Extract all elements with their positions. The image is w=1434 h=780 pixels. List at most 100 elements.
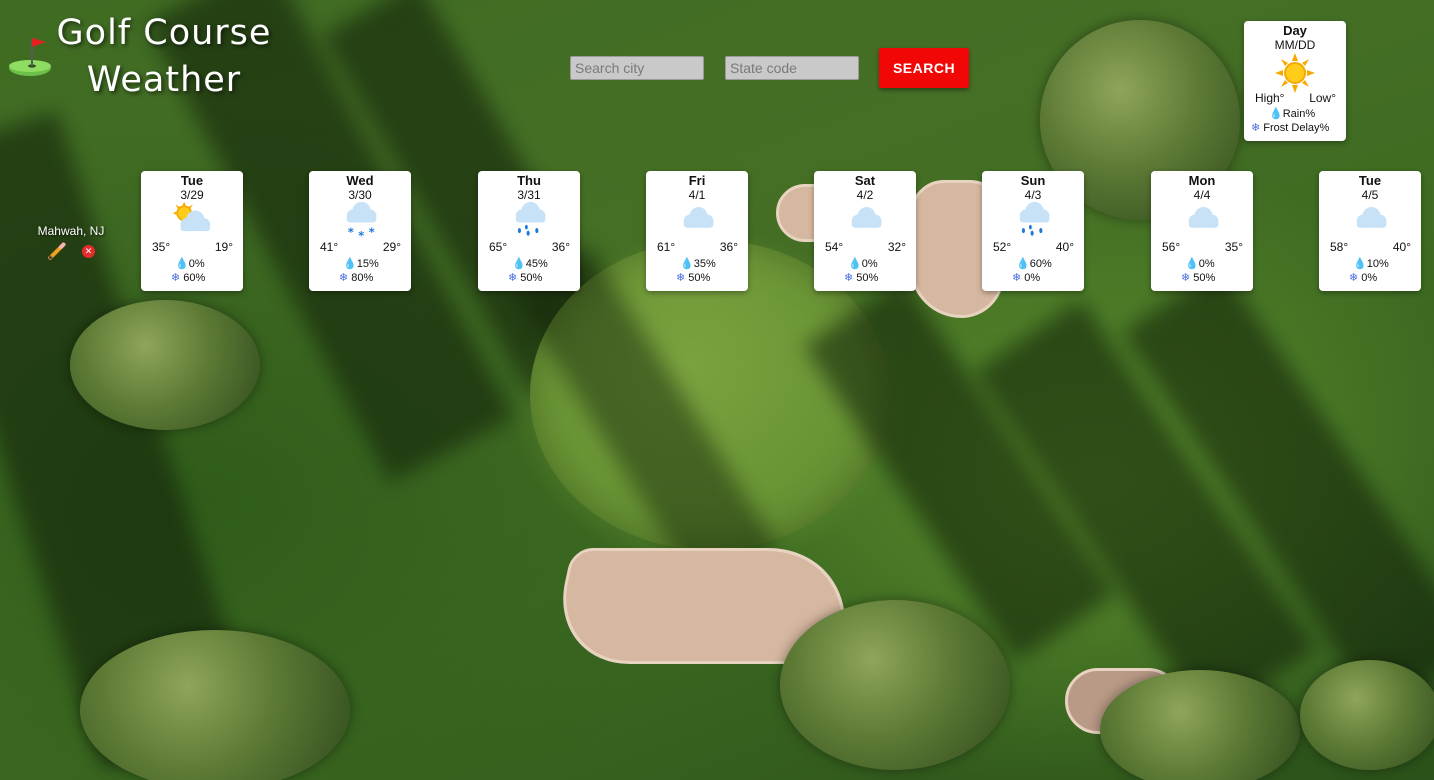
- raindrop-icon: 💧: [1269, 108, 1283, 120]
- snowflake-icon: ❄: [339, 272, 349, 284]
- forecast-day: Fri: [688, 173, 706, 188]
- cloud-icon: [851, 207, 882, 228]
- forecast-day: Tue: [180, 173, 204, 188]
- cloud-icon: [683, 207, 714, 228]
- rain-icon: [1019, 201, 1050, 236]
- forecast-frost: ❄ 50%: [1181, 272, 1216, 284]
- location-name[interactable]: Mahwah, NJ: [30, 224, 112, 238]
- forecast-low: 40°: [1055, 240, 1074, 254]
- forecast-frost: ❄ 50%: [676, 272, 711, 284]
- forecast-high: 65°: [489, 240, 508, 254]
- raindrop-icon: 💧: [1016, 258, 1030, 270]
- city-search-input[interactable]: [570, 56, 704, 80]
- forecast-date: 4/3: [1024, 188, 1042, 202]
- forecast-card: Wed 3/30 * * * 41° 29° 💧15% ❄ 80%: [309, 171, 411, 291]
- svg-text:*: *: [348, 226, 354, 239]
- forecast-low: 36°: [719, 240, 738, 254]
- forecast-card: Tue 3/29 35° 19° 💧0% ❄ 60%: [141, 171, 243, 291]
- forecast-frost: ❄ 0%: [1349, 272, 1378, 284]
- forecast-day: Sat: [854, 173, 876, 188]
- legend-day: Day: [1283, 23, 1307, 38]
- forecast-low: 40°: [1392, 240, 1411, 254]
- tree: [1300, 660, 1434, 770]
- tree: [1100, 670, 1300, 780]
- close-icon[interactable]: ✕: [82, 245, 95, 258]
- forecast-low: 36°: [551, 240, 570, 254]
- legend-high: High°: [1255, 91, 1285, 105]
- forecast-frost: ❄ 50%: [844, 272, 879, 284]
- forecast-day: Thu: [517, 173, 541, 188]
- forecast-frost: ❄ 80%: [339, 272, 374, 284]
- forecast-rain: 💧45%: [512, 258, 548, 270]
- forecast-date: 4/5: [1361, 188, 1379, 202]
- raindrop-icon: 💧: [680, 258, 694, 270]
- forecast-rain: 💧0%: [1185, 258, 1215, 270]
- forecast-date: 4/4: [1193, 188, 1211, 202]
- forecast-card: Tue 4/5 58° 40° 💧10% ❄ 0%: [1319, 171, 1421, 291]
- forecast-high: 41°: [320, 240, 339, 254]
- forecast-rain: 💧15%: [343, 258, 379, 270]
- forecast-card: Fri 4/1 61° 36° 💧35% ❄ 50%: [646, 171, 748, 291]
- forecast-frost: ❄ 60%: [171, 272, 206, 284]
- tree: [80, 630, 350, 780]
- forecast-day: Wed: [346, 173, 374, 188]
- forecast-low: 29°: [382, 240, 401, 254]
- raindrop-icon: 💧: [848, 258, 862, 270]
- saved-location[interactable]: Mahwah, NJ ✕: [30, 224, 112, 264]
- snowflake-icon: ❄: [1012, 272, 1022, 284]
- forecast-date: 3/30: [348, 188, 372, 202]
- rain-icon: [515, 201, 546, 236]
- raindrop-icon: 💧: [1353, 258, 1367, 270]
- legend-date: MM/DD: [1274, 38, 1316, 52]
- forecast-high: 56°: [1162, 240, 1181, 254]
- forecast-card: Mon 4/4 56° 35° 💧0% ❄ 50%: [1151, 171, 1253, 291]
- state-code-input[interactable]: [725, 56, 859, 80]
- golf-flag-icon: [9, 38, 51, 76]
- forecast-high: 35°: [152, 240, 171, 254]
- forecast-high: 61°: [657, 240, 676, 254]
- legend-rain: 💧Rain%: [1269, 108, 1316, 120]
- forecast-rain: 💧10%: [1353, 258, 1389, 270]
- raindrop-icon: 💧: [343, 258, 357, 270]
- forecast-card: Sat 4/2 54° 32° 💧0% ❄ 50%: [814, 171, 916, 291]
- cloud-icon: [1356, 207, 1387, 228]
- pencil-icon[interactable]: [47, 242, 67, 260]
- forecast-card: Thu 3/31 65° 36° 💧45% ❄ 50%: [478, 171, 580, 291]
- snowflake-icon: ❄: [1251, 122, 1261, 134]
- cloud-icon: [1188, 207, 1219, 228]
- golf-course-background: [0, 0, 1434, 780]
- app-title: Golf Course Weather: [56, 13, 272, 100]
- partly-cloudy-icon: [172, 201, 211, 232]
- legend-card: Day MM/DD High° Low° 💧Rain% ❄ Frost Dela…: [1244, 21, 1346, 141]
- snowflake-icon: ❄: [676, 272, 686, 284]
- svg-text:*: *: [369, 226, 375, 239]
- forecast-day: Mon: [1188, 173, 1216, 188]
- snowflake-icon: ❄: [844, 272, 854, 284]
- snowflake-icon: ❄: [1349, 272, 1359, 284]
- forecast-high: 52°: [993, 240, 1012, 254]
- forecast-date: 4/1: [688, 188, 706, 202]
- forecast-frost: ❄ 0%: [1012, 272, 1041, 284]
- sun-icon: [1275, 53, 1315, 93]
- snowflake-icon: ❄: [1181, 272, 1191, 284]
- snow-icon: * * *: [346, 201, 377, 241]
- forecast-rain: 💧0%: [848, 258, 878, 270]
- svg-text:*: *: [358, 229, 364, 241]
- raindrop-icon: 💧: [1185, 258, 1199, 270]
- search-button[interactable]: SEARCH: [879, 48, 969, 88]
- forecast-date: 4/2: [856, 188, 874, 202]
- forecast-day: Tue: [1358, 173, 1382, 188]
- forecast-date: 3/31: [517, 188, 541, 202]
- snowflake-icon: ❄: [508, 272, 518, 284]
- snowflake-icon: ❄: [171, 272, 181, 284]
- raindrop-icon: 💧: [512, 258, 526, 270]
- forecast-date: 3/29: [180, 188, 204, 202]
- forecast-low: 32°: [887, 240, 906, 254]
- tree: [780, 600, 1010, 770]
- forecast-high: 54°: [825, 240, 844, 254]
- forecast-day: Sun: [1020, 173, 1046, 188]
- tree: [70, 300, 260, 430]
- forecast-rain: 💧60%: [1016, 258, 1052, 270]
- legend-low: Low°: [1309, 91, 1336, 105]
- forecast-rain: 💧35%: [680, 258, 716, 270]
